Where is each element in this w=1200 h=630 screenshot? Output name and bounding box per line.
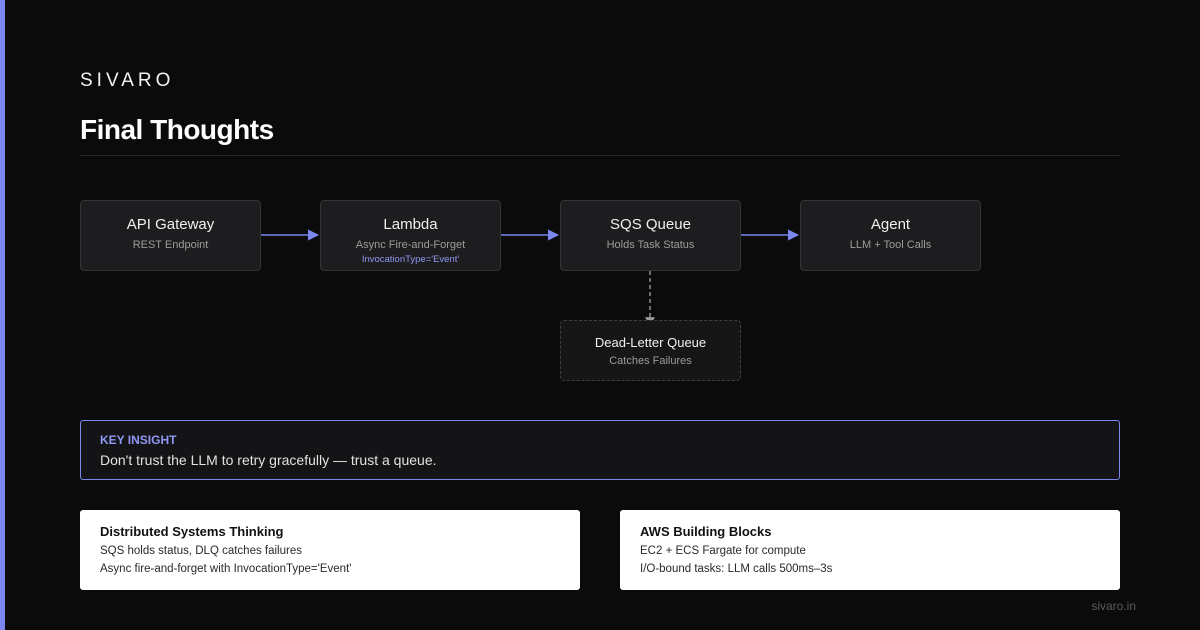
card-line: I/O-bound tasks: LLM calls 500ms–3s	[640, 563, 833, 575]
node-subtitle: Async Fire-and-Forget	[355, 239, 466, 251]
node-api-gateway: API Gateway REST Endpoint	[80, 200, 261, 271]
node-title: Lambda	[383, 216, 438, 233]
node-title: API Gateway	[126, 216, 215, 233]
node-title: Agent	[870, 216, 911, 233]
card-line: EC2 + ECS Fargate for compute	[640, 545, 806, 557]
card-line: SQS holds status, DLQ catches failures	[100, 545, 302, 557]
card-title: Distributed Systems Thinking	[100, 524, 284, 539]
node-subtitle: Holds Task Status	[606, 239, 695, 251]
node-subtitle: Catches Failures	[609, 355, 692, 367]
key-insight-text: Don't trust the LLM to retry gracefully …	[100, 452, 437, 468]
node-subtitle: REST Endpoint	[132, 239, 209, 251]
node-lambda: Lambda Async Fire-and-Forget InvocationT…	[320, 200, 501, 271]
footer-url: sivaro.in	[1091, 599, 1136, 613]
card-aws-building-blocks: AWS Building Blocks EC2 + ECS Fargate fo…	[620, 510, 1120, 590]
card-line: Async fire-and-forget with InvocationTyp…	[100, 563, 352, 575]
key-insight-box: KEY INSIGHT Don't trust the LLM to retry…	[80, 420, 1120, 480]
card-distributed-systems: Distributed Systems Thinking SQS holds s…	[80, 510, 580, 590]
node-dead-letter-queue: Dead-Letter Queue Catches Failures	[560, 320, 741, 381]
node-agent: Agent LLM + Tool Calls	[800, 200, 981, 271]
key-insight-label: KEY INSIGHT	[100, 433, 177, 447]
node-subtitle: LLM + Tool Calls	[849, 239, 932, 251]
node-title: Dead-Letter Queue	[594, 335, 707, 350]
node-note: InvocationType='Event'	[361, 254, 460, 265]
node-title: SQS Queue	[610, 216, 691, 233]
node-sqs-queue: SQS Queue Holds Task Status	[560, 200, 741, 271]
card-title: AWS Building Blocks	[640, 524, 772, 539]
